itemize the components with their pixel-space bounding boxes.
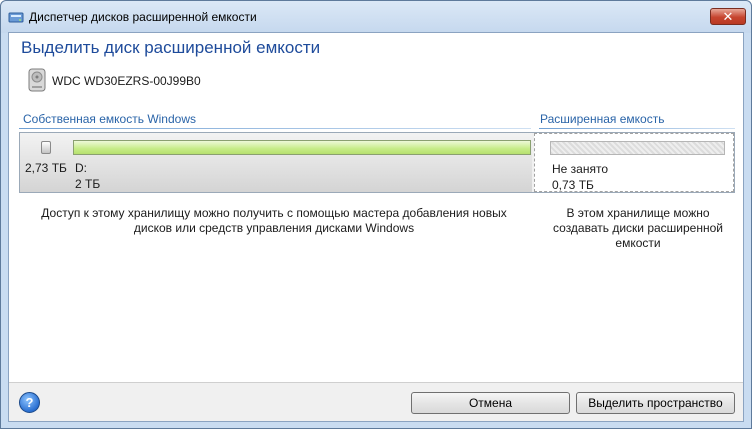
disk-layout-strip: 2,73 ТБ D: 2 ТБ Не занято 0,73 ТБ xyxy=(19,132,735,193)
own-description-line: Доступ к этому хранилищу можно получить … xyxy=(41,206,507,220)
allocate-space-button[interactable]: Выделить пространство xyxy=(576,392,735,414)
disk-icon xyxy=(41,141,51,154)
extended-capacity-description: В этом хранилище можно создавать диски р… xyxy=(540,206,736,251)
own-capacity-label: Собственная емкость Windows xyxy=(23,112,196,126)
disk-manager-icon xyxy=(8,12,24,23)
button-bar: ? Отмена Выделить пространство xyxy=(9,382,743,421)
unallocated-bar xyxy=(550,141,725,155)
close-icon: ✕ xyxy=(722,9,734,24)
unallocated-label: Не занято xyxy=(552,162,609,176)
close-button[interactable]: ✕ xyxy=(710,8,746,25)
volume-size: 2 ТБ xyxy=(75,177,101,191)
unallocated-size: 0,73 ТБ xyxy=(552,178,594,192)
ext-description-line: создавать диски расширенной xyxy=(553,221,723,235)
cancel-button[interactable]: Отмена xyxy=(411,392,570,414)
extended-capacity-panel[interactable]: Не занято 0,73 ТБ xyxy=(534,133,734,192)
own-capacity-panel[interactable]: 2,73 ТБ D: 2 ТБ xyxy=(20,133,532,192)
extended-capacity-divider xyxy=(539,128,735,129)
dialog-window: Диспетчер дисков расширенной емкости ✕ В… xyxy=(0,0,752,429)
ext-description-line: емкости xyxy=(615,236,661,250)
extended-capacity-label: Расширенная емкость xyxy=(540,112,665,126)
page-title: Выделить диск расширенной емкости xyxy=(21,38,321,57)
own-capacity-description: Доступ к этому хранилищу можно получить … xyxy=(23,206,525,236)
disk-total-size: 2,73 ТБ xyxy=(25,161,67,175)
title-bar[interactable]: Диспетчер дисков расширенной емкости ✕ xyxy=(1,1,751,33)
own-description-line: дисков или средств управления дисками Wi… xyxy=(133,221,415,235)
volume-usage-bar xyxy=(73,140,531,155)
ext-description-line: В этом хранилище можно xyxy=(566,206,710,220)
window-title: Диспетчер дисков расширенной емкости xyxy=(29,10,257,24)
own-capacity-divider xyxy=(19,128,531,129)
help-icon[interactable]: ? xyxy=(19,392,40,413)
disk-model-name: WDC WD30EZRS-00J99B0 xyxy=(52,74,201,88)
hard-disk-icon xyxy=(28,68,46,92)
volume-label: D: xyxy=(75,161,87,175)
dialog-content: Выделить диск расширенной емкости WDC WD… xyxy=(8,32,744,422)
